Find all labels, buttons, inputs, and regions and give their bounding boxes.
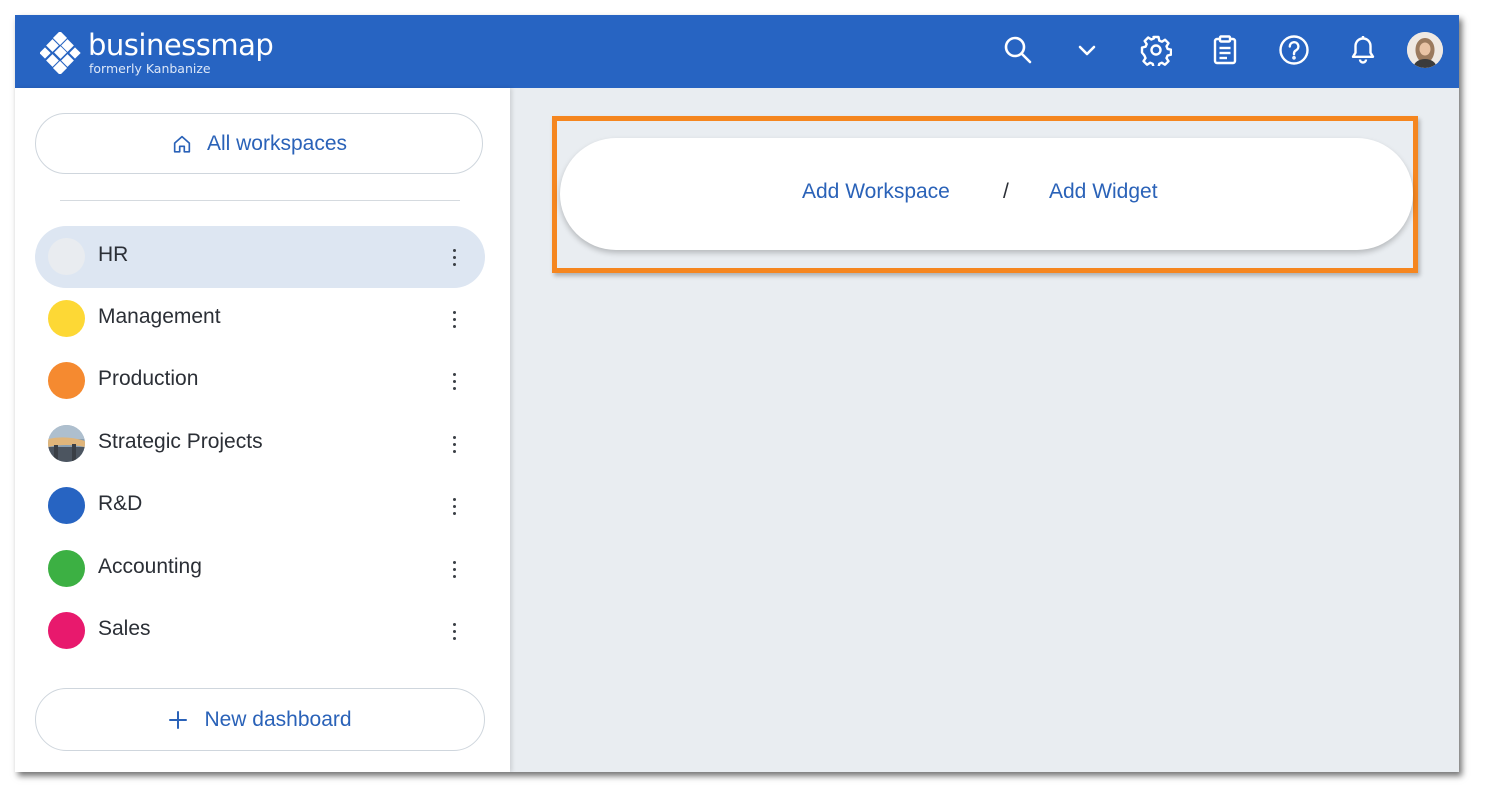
workspace-color-dot xyxy=(48,300,85,337)
new-dashboard-button[interactable]: New dashboard xyxy=(35,688,485,751)
more-options-icon[interactable] xyxy=(445,554,463,584)
more-options-icon[interactable] xyxy=(445,366,463,396)
logo-mark-icon xyxy=(40,32,81,74)
workspace-color-dot xyxy=(48,238,85,275)
sidebar-divider xyxy=(60,200,460,201)
more-options-icon[interactable] xyxy=(445,304,463,334)
sidebar-item-label: Management xyxy=(98,305,221,328)
plus-icon xyxy=(169,710,188,729)
add-workspace-link[interactable]: Add Workspace xyxy=(802,180,950,204)
new-dashboard-label: New dashboard xyxy=(204,707,352,731)
logo-subtitle: formerly Kanbanize xyxy=(89,61,211,76)
workspace-image-dot xyxy=(48,425,85,462)
workspace-color-dot xyxy=(48,487,85,524)
sidebar-item-rnd[interactable]: R&D xyxy=(35,475,485,537)
more-options-icon[interactable] xyxy=(445,491,463,521)
sidebar-item-management[interactable]: Management xyxy=(35,288,485,350)
sidebar: All workspaces HR Management Production xyxy=(15,88,510,772)
sidebar-item-label: Sales xyxy=(98,617,151,640)
help-icon[interactable] xyxy=(1275,31,1313,69)
sidebar-item-label: R&D xyxy=(98,492,143,515)
bell-icon[interactable] xyxy=(1344,31,1382,69)
more-options-icon[interactable] xyxy=(445,616,463,646)
search-icon[interactable] xyxy=(999,31,1037,69)
home-icon xyxy=(173,135,191,153)
sidebar-item-accounting[interactable]: Accounting xyxy=(35,538,485,600)
businessmap-logo[interactable]: businessmap formerly Kanbanize xyxy=(40,28,300,80)
add-widget-link[interactable]: Add Widget xyxy=(1049,180,1158,204)
sidebar-item-production[interactable]: Production xyxy=(35,350,485,412)
workspace-color-dot xyxy=(48,612,85,649)
gear-icon[interactable] xyxy=(1137,31,1175,69)
top-bar: businessmap formerly Kanbanize xyxy=(15,15,1459,88)
sidebar-item-label: Production xyxy=(98,367,199,390)
all-workspaces-button[interactable]: All workspaces xyxy=(35,113,483,174)
all-workspaces-label: All workspaces xyxy=(206,131,348,155)
workspace-color-dot xyxy=(48,550,85,587)
sidebar-item-label: Accounting xyxy=(98,555,202,578)
sidebar-item-label: Strategic Projects xyxy=(98,430,263,453)
sidebar-item-strategic-projects[interactable]: Strategic Projects xyxy=(35,413,485,475)
chevron-down-icon[interactable] xyxy=(1068,31,1106,69)
user-avatar[interactable] xyxy=(1407,32,1443,68)
sidebar-item-label: HR xyxy=(98,243,129,266)
link-separator: / xyxy=(1003,180,1009,203)
add-content-card: Add Workspace / Add Widget xyxy=(560,138,1413,250)
more-options-icon[interactable] xyxy=(445,429,463,459)
app-window: businessmap formerly Kanbanize All works… xyxy=(15,15,1459,772)
clipboard-icon[interactable] xyxy=(1206,31,1244,69)
logo-name: businessmap xyxy=(88,28,274,62)
sidebar-item-hr[interactable]: HR xyxy=(35,226,485,288)
more-options-icon[interactable] xyxy=(445,242,463,272)
workspace-color-dot xyxy=(48,362,85,399)
sidebar-item-sales[interactable]: Sales xyxy=(35,600,485,662)
